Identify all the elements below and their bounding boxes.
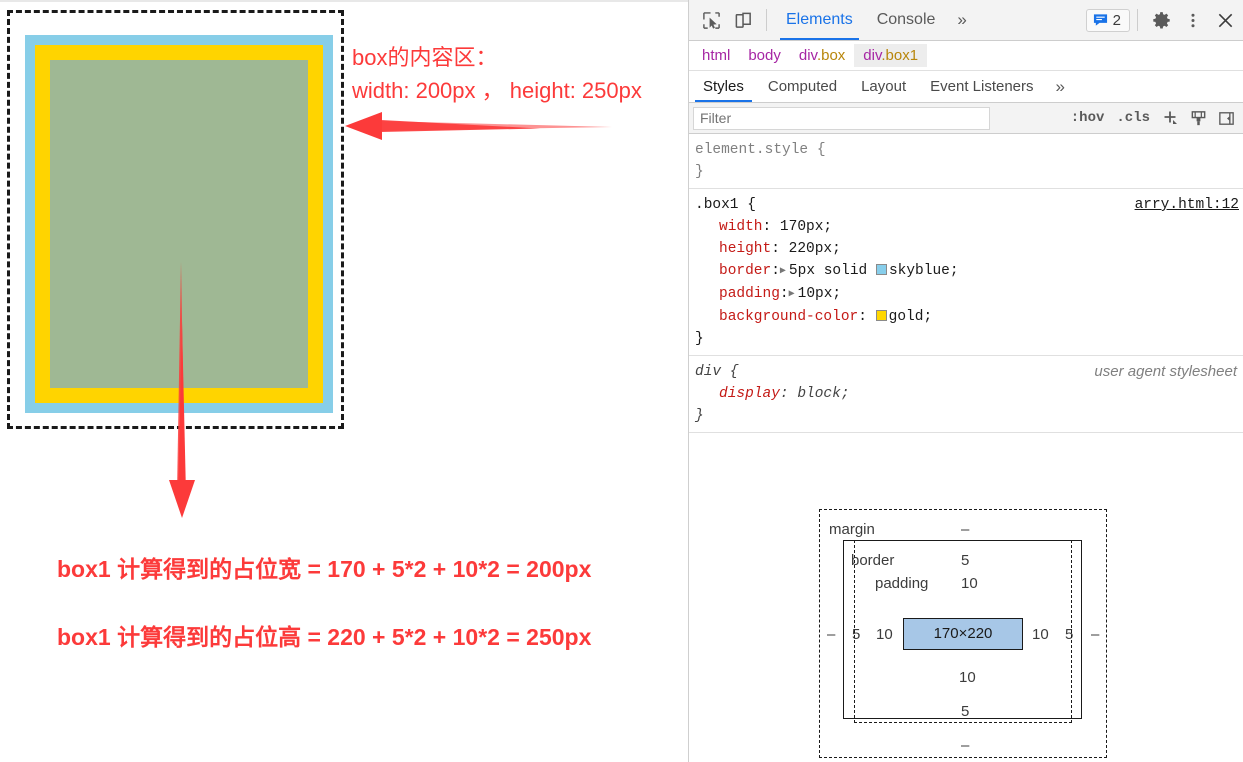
device-toolbar-icon[interactable] — [727, 5, 759, 35]
declaration-border[interactable]: border:▶ 5px solid skyblue; — [695, 260, 1243, 283]
declaration-height[interactable]: height: 220px; — [695, 238, 1243, 260]
page-top-divider — [0, 0, 688, 2]
declaration-property: display — [719, 386, 780, 402]
hov-toggle-button[interactable]: :hov — [1066, 108, 1110, 128]
rule-selector: element.style { — [695, 142, 826, 158]
declaration-color-name: gold; — [888, 309, 933, 325]
box-model-padding-label: padding — [875, 575, 929, 592]
styles-pane-tabs: Styles Computed Layout Event Listeners » — [689, 71, 1243, 103]
styles-rules-list: element.style { } arry.html:12 .box1 { w… — [689, 134, 1243, 433]
declaration-property: height — [719, 241, 772, 257]
rule-div-user-agent[interactable]: user agent stylesheet div { display: blo… — [689, 356, 1243, 433]
message-count-badge[interactable]: 2 — [1085, 8, 1130, 32]
tab-layout[interactable]: Layout — [849, 71, 918, 102]
styles-filter-bar: :hov .cls — [689, 103, 1243, 134]
breadcrumb-item-body[interactable]: body — [739, 44, 790, 67]
color-swatch-skyblue[interactable] — [875, 264, 887, 275]
declaration-value: 220px; — [788, 241, 841, 257]
box-model-margin-top[interactable]: – — [961, 521, 969, 538]
box-model-padding-right[interactable]: 10 — [1032, 626, 1049, 643]
box-model-padding-left[interactable]: 10 — [876, 626, 893, 643]
rule-close-brace: } — [695, 331, 704, 347]
box-model-diagram: margin – – – – border 5 5 5 5 padding 10… — [819, 509, 1107, 758]
tab-computed[interactable]: Computed — [756, 71, 849, 102]
message-count: 2 — [1112, 11, 1121, 29]
annotation-content-dimensions: width: 200px ， height: 250px — [352, 78, 642, 103]
declaration-padding[interactable]: padding:▶ 10px; — [695, 283, 1243, 306]
breadcrumb-tag: body — [748, 47, 781, 64]
declaration-value: block; — [797, 386, 850, 402]
expand-triangle-icon[interactable]: ▶ — [789, 284, 798, 306]
tab-styles[interactable]: Styles — [691, 71, 756, 102]
breadcrumb-item-div-box[interactable]: div.box — [790, 44, 854, 67]
rule-element-style[interactable]: element.style { } — [689, 134, 1243, 189]
tab-event-listeners[interactable]: Event Listeners — [918, 71, 1045, 102]
pointer-arrow-horizontal — [345, 112, 612, 140]
declaration-property: background-color — [719, 309, 859, 325]
kebab-menu-icon[interactable] — [1177, 5, 1209, 35]
breadcrumb-class: .box — [816, 47, 846, 64]
box-model-content-size: 170×220 — [933, 625, 993, 642]
more-tabs-button[interactable]: » — [947, 10, 976, 30]
toolbar-divider-2 — [1137, 9, 1138, 31]
box-model-padding-bottom[interactable]: 10 — [959, 669, 976, 686]
rule-source-link[interactable]: arry.html:12 — [1135, 194, 1239, 216]
gear-icon[interactable] — [1145, 5, 1177, 35]
rule-close-brace: } — [695, 408, 704, 424]
box-model-margin-bottom[interactable]: – — [961, 737, 969, 754]
devtools-main-toolbar: Elements Console » 2 — [689, 0, 1243, 41]
box-model-margin-right[interactable]: – — [1091, 626, 1099, 643]
breadcrumb-item-div-box1[interactable]: div.box1 — [854, 44, 928, 67]
rule-close-brace: } — [695, 164, 704, 180]
declaration-value: 10px; — [797, 286, 842, 302]
pointer-arrow-vertical — [169, 262, 195, 518]
toolbar-divider — [766, 9, 767, 31]
more-subtabs-button[interactable]: » — [1046, 77, 1075, 97]
breadcrumb: html body div.box div.box1 — [689, 41, 1243, 71]
color-swatch-gold[interactable] — [875, 310, 887, 321]
search-input[interactable] — [693, 106, 990, 130]
box-model-margin-label: margin — [829, 521, 875, 538]
box-model-padding-top[interactable]: 10 — [961, 575, 978, 592]
breadcrumb-tag: div — [863, 47, 882, 64]
declaration-background-color[interactable]: background-color: gold; — [695, 306, 1243, 328]
user-agent-stylesheet-label: user agent stylesheet — [1094, 363, 1237, 380]
inspect-cursor-icon[interactable] — [695, 5, 727, 35]
message-icon — [1093, 14, 1107, 26]
breadcrumb-tag: html — [702, 47, 731, 64]
annotation-content-title: box的内容区： — [352, 45, 498, 70]
sidebar-toggle-icon[interactable] — [1213, 106, 1239, 130]
box-model-content-region[interactable]: 170×220 — [903, 617, 1023, 650]
tab-elements[interactable]: Elements — [774, 0, 865, 40]
expand-triangle-icon[interactable]: ▶ — [780, 261, 789, 283]
breadcrumb-item-html[interactable]: html — [693, 44, 739, 67]
toolbar-right-group: 2 — [1085, 5, 1243, 35]
annotation-calculated-height: box1 计算得到的占位高 = 220 + 5*2 + 10*2 = 250px — [57, 624, 592, 650]
declaration-display[interactable]: display: block; — [695, 383, 1243, 405]
rule-box1[interactable]: arry.html:12 .box1 { width: 170px; heigh… — [689, 189, 1243, 356]
close-icon[interactable] — [1209, 5, 1241, 35]
declaration-width[interactable]: width: 170px; — [695, 216, 1243, 238]
plus-icon[interactable] — [1157, 106, 1183, 130]
tab-console[interactable]: Console — [865, 0, 948, 40]
declaration-property: width — [719, 219, 763, 235]
rendered-page-pane: box的内容区： width: 200px ， height: 250px bo… — [0, 0, 688, 762]
breadcrumb-class: .box1 — [881, 47, 919, 64]
cls-toggle-button[interactable]: .cls — [1111, 108, 1155, 128]
declaration-value: 5px solid — [788, 263, 868, 279]
declaration-color-name: skyblue; — [888, 263, 959, 279]
declaration-property: padding — [719, 286, 780, 302]
devtools-panel: Elements Console » 2 html body div.box d… — [688, 0, 1243, 762]
annotation-calculated-width: box1 计算得到的占位宽 = 170 + 5*2 + 10*2 = 200px — [57, 556, 592, 582]
declaration-property: border — [719, 263, 772, 279]
breadcrumb-tag: div — [798, 47, 817, 64]
box-model-margin-left[interactable]: – — [827, 626, 835, 643]
paintbrush-icon[interactable] — [1185, 106, 1211, 130]
declaration-value: 170px; — [779, 219, 833, 235]
filter-actions: :hov .cls — [1066, 106, 1239, 130]
